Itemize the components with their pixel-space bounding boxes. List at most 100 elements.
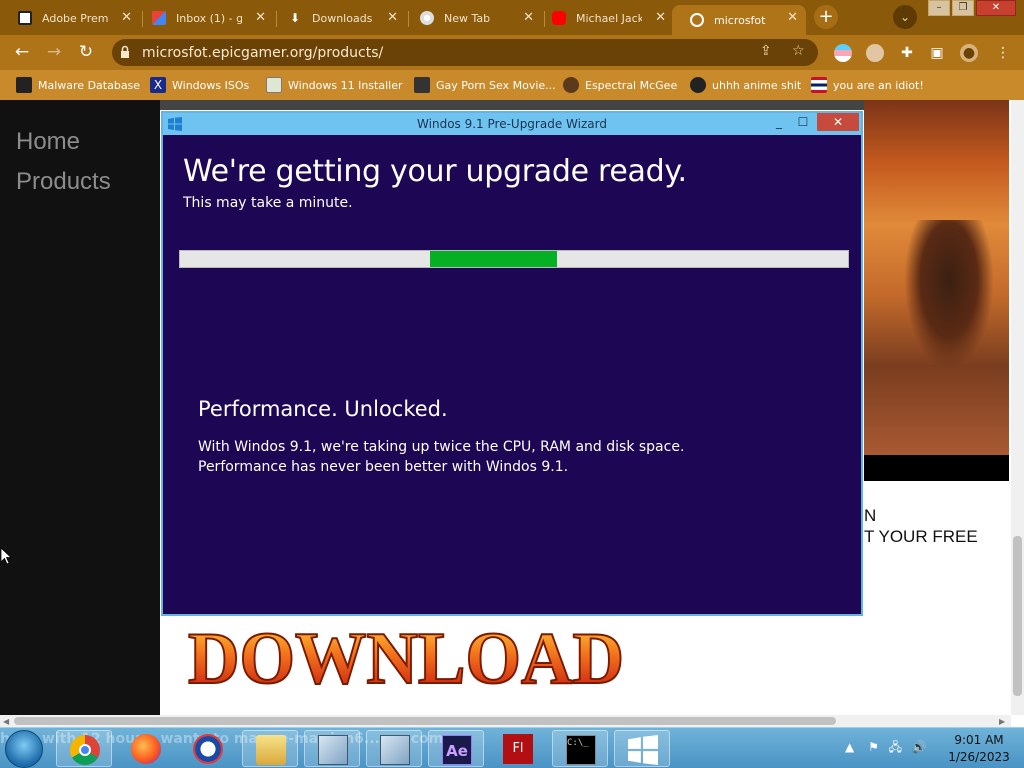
hero-caption-bar: [864, 455, 1009, 481]
scrollbar-thumb[interactable]: [14, 717, 836, 725]
feature-line: Performance has never been better with W…: [198, 459, 569, 475]
profile-extension-icon[interactable]: [866, 44, 884, 62]
taskbar-file-explorer[interactable]: [242, 730, 298, 767]
bookmark-label: Malware Database: [38, 78, 141, 92]
network-status-icon[interactable]: 🖧: [889, 740, 902, 754]
sidepanel-icon[interactable]: ▣: [928, 44, 946, 62]
tab-youtube[interactable]: Michael Jack ✕: [534, 5, 674, 31]
close-icon[interactable]: ✕: [523, 10, 534, 25]
url-text: microsfot.epicgamer.org/products/: [142, 45, 384, 61]
tab-microsfot[interactable]: microsfot ✕: [672, 5, 806, 35]
bookmark-label: Windows ISOs: [172, 78, 250, 92]
tab-downloads[interactable]: ⬇ Downloads ✕: [270, 5, 406, 31]
taskbar-after-effects[interactable]: Ae: [428, 730, 484, 767]
scrollbar-thumb[interactable]: [1013, 536, 1022, 696]
puzzle-icon[interactable]: ✚: [898, 44, 916, 62]
taskbar-windows-upgrade[interactable]: [614, 730, 670, 767]
bookmark-windows-isos[interactable]: X Windows ISOs: [150, 75, 249, 95]
bookmark-label: you are an idiot!: [833, 78, 924, 92]
nav-products-link[interactable]: Products: [0, 168, 160, 196]
bookmarks-bar: Malware Database X Windows ISOs Windows …: [0, 70, 1024, 100]
volume-icon[interactable]: 🔊: [912, 740, 927, 754]
taskbar-opera[interactable]: [180, 730, 236, 767]
menu-icon[interactable]: ⋮: [994, 44, 1012, 62]
tab-label: Downloads: [312, 11, 373, 25]
share-icon[interactable]: ⇪: [760, 43, 772, 59]
feature-line: With Windos 9.1, we're taking up twice t…: [198, 439, 685, 455]
close-icon[interactable]: ✕: [655, 10, 666, 25]
bookmark-espectral-mcgee[interactable]: Espectral McGee: [563, 75, 677, 95]
dialog-maximize-button[interactable]: ☐: [793, 113, 813, 131]
extension-flag-icon[interactable]: [834, 44, 852, 62]
nav-home-link[interactable]: Home: [0, 128, 160, 156]
action-center-flag-icon[interactable]: ⚑: [868, 740, 879, 754]
close-icon[interactable]: ✕: [387, 10, 398, 25]
reload-icon[interactable]: ↻: [76, 42, 96, 62]
close-window-button[interactable]: ✕: [976, 0, 1016, 16]
horizontal-scrollbar[interactable]: ◀ ▶: [0, 715, 1011, 727]
windows-icon: [628, 735, 658, 765]
anime-icon: [690, 77, 706, 93]
scroll-left-icon[interactable]: ◀: [3, 717, 9, 726]
vertical-scrollbar[interactable]: [1011, 100, 1024, 715]
gmail-icon: [152, 11, 166, 25]
library-icon: [16, 77, 32, 93]
tab-label: Inbox (1) - g: [176, 11, 242, 25]
opera-icon: [193, 734, 223, 764]
flag-icon: [811, 77, 827, 93]
download-label: DOWNLOAD: [188, 618, 624, 693]
bookmark-malware-database[interactable]: Malware Database: [16, 75, 140, 95]
star-icon[interactable]: ☆: [792, 43, 805, 59]
dialog-heading: We're getting your upgrade ready.: [183, 154, 687, 189]
taskbar-network-app-2[interactable]: [366, 730, 422, 767]
adobe-icon: [18, 11, 32, 25]
new-tab-button[interactable]: +: [814, 5, 838, 29]
network-icon: [318, 735, 348, 765]
dialog-minimize-button[interactable]: _: [769, 113, 789, 131]
tab-gmail[interactable]: Inbox (1) - g ✕: [134, 5, 274, 31]
bookmark-label: uhhh anime shit: [712, 78, 802, 92]
maximize-button[interactable]: ❐: [952, 0, 974, 16]
side-navigation: Home Products: [0, 100, 160, 715]
dialog-subheading: This may take a minute.: [183, 195, 353, 211]
close-icon[interactable]: ✕: [255, 10, 266, 25]
show-hidden-icons[interactable]: ▲: [845, 740, 854, 754]
upgrade-wizard-dialog: Windos 9.1 Pre-Upgrade Wizard _ ☐ ✕ We'r…: [161, 111, 863, 616]
dialog-titlebar[interactable]: Windos 9.1 Pre-Upgrade Wizard _ ☐ ✕: [163, 113, 861, 135]
dialog-close-button[interactable]: ✕: [817, 113, 859, 131]
progress-bar: [179, 250, 849, 268]
bookmark-you-are-an-idiot[interactable]: you are an idiot!: [811, 75, 924, 95]
taskbar-network-app[interactable]: [304, 730, 360, 767]
taskbar-firefox[interactable]: [118, 730, 174, 767]
back-arrow-icon[interactable]: ←: [12, 42, 32, 62]
tab-new-tab[interactable]: New Tab ✕: [402, 5, 542, 31]
cmd-icon: C:\_: [566, 735, 596, 765]
bookmark-label: Windows 11 Installer: [288, 78, 403, 92]
account-icon[interactable]: ●: [960, 44, 978, 62]
tree-silhouette: [904, 220, 994, 370]
tab-adobe[interactable]: Adobe Premi ✕: [0, 5, 140, 31]
network-icon-2: [380, 735, 410, 765]
minimize-button[interactable]: –: [928, 0, 950, 16]
taskbar-cmd[interactable]: C:\_: [552, 730, 608, 767]
forward-arrow-icon[interactable]: →: [44, 42, 64, 62]
chrome-icon: [70, 735, 100, 765]
bookmark-site[interactable]: Gay Porn Sex Movie...: [414, 75, 556, 95]
dialog-title: Windos 9.1 Pre-Upgrade Wizard: [417, 117, 607, 131]
tab-search-button[interactable]: ⌄: [893, 5, 917, 29]
close-icon[interactable]: ✕: [787, 10, 798, 25]
taskbar-chrome[interactable]: [56, 730, 112, 767]
bookmark-label: Gay Porn Sex Movie...: [436, 78, 556, 92]
bookmark-anime[interactable]: uhhh anime shit: [690, 75, 801, 95]
bookmark-windows-11-installer[interactable]: Windows 11 Installer: [266, 75, 403, 95]
close-icon[interactable]: ✕: [121, 10, 132, 25]
feature-title: Performance. Unlocked.: [198, 397, 448, 421]
taskbar-flash[interactable]: Fl: [490, 730, 546, 767]
tab-label: Adobe Premi: [42, 11, 108, 25]
address-bar[interactable]: microsfot.epicgamer.org/products/ ⇪ ☆: [112, 39, 818, 66]
taskbar-clock[interactable]: 9:01 AM 1/26/2023: [944, 732, 1014, 766]
start-button[interactable]: [5, 730, 43, 768]
scroll-right-icon[interactable]: ▶: [999, 717, 1005, 726]
site-icon: [414, 77, 430, 93]
download-banner[interactable]: DOWNLOAD: [188, 617, 628, 693]
